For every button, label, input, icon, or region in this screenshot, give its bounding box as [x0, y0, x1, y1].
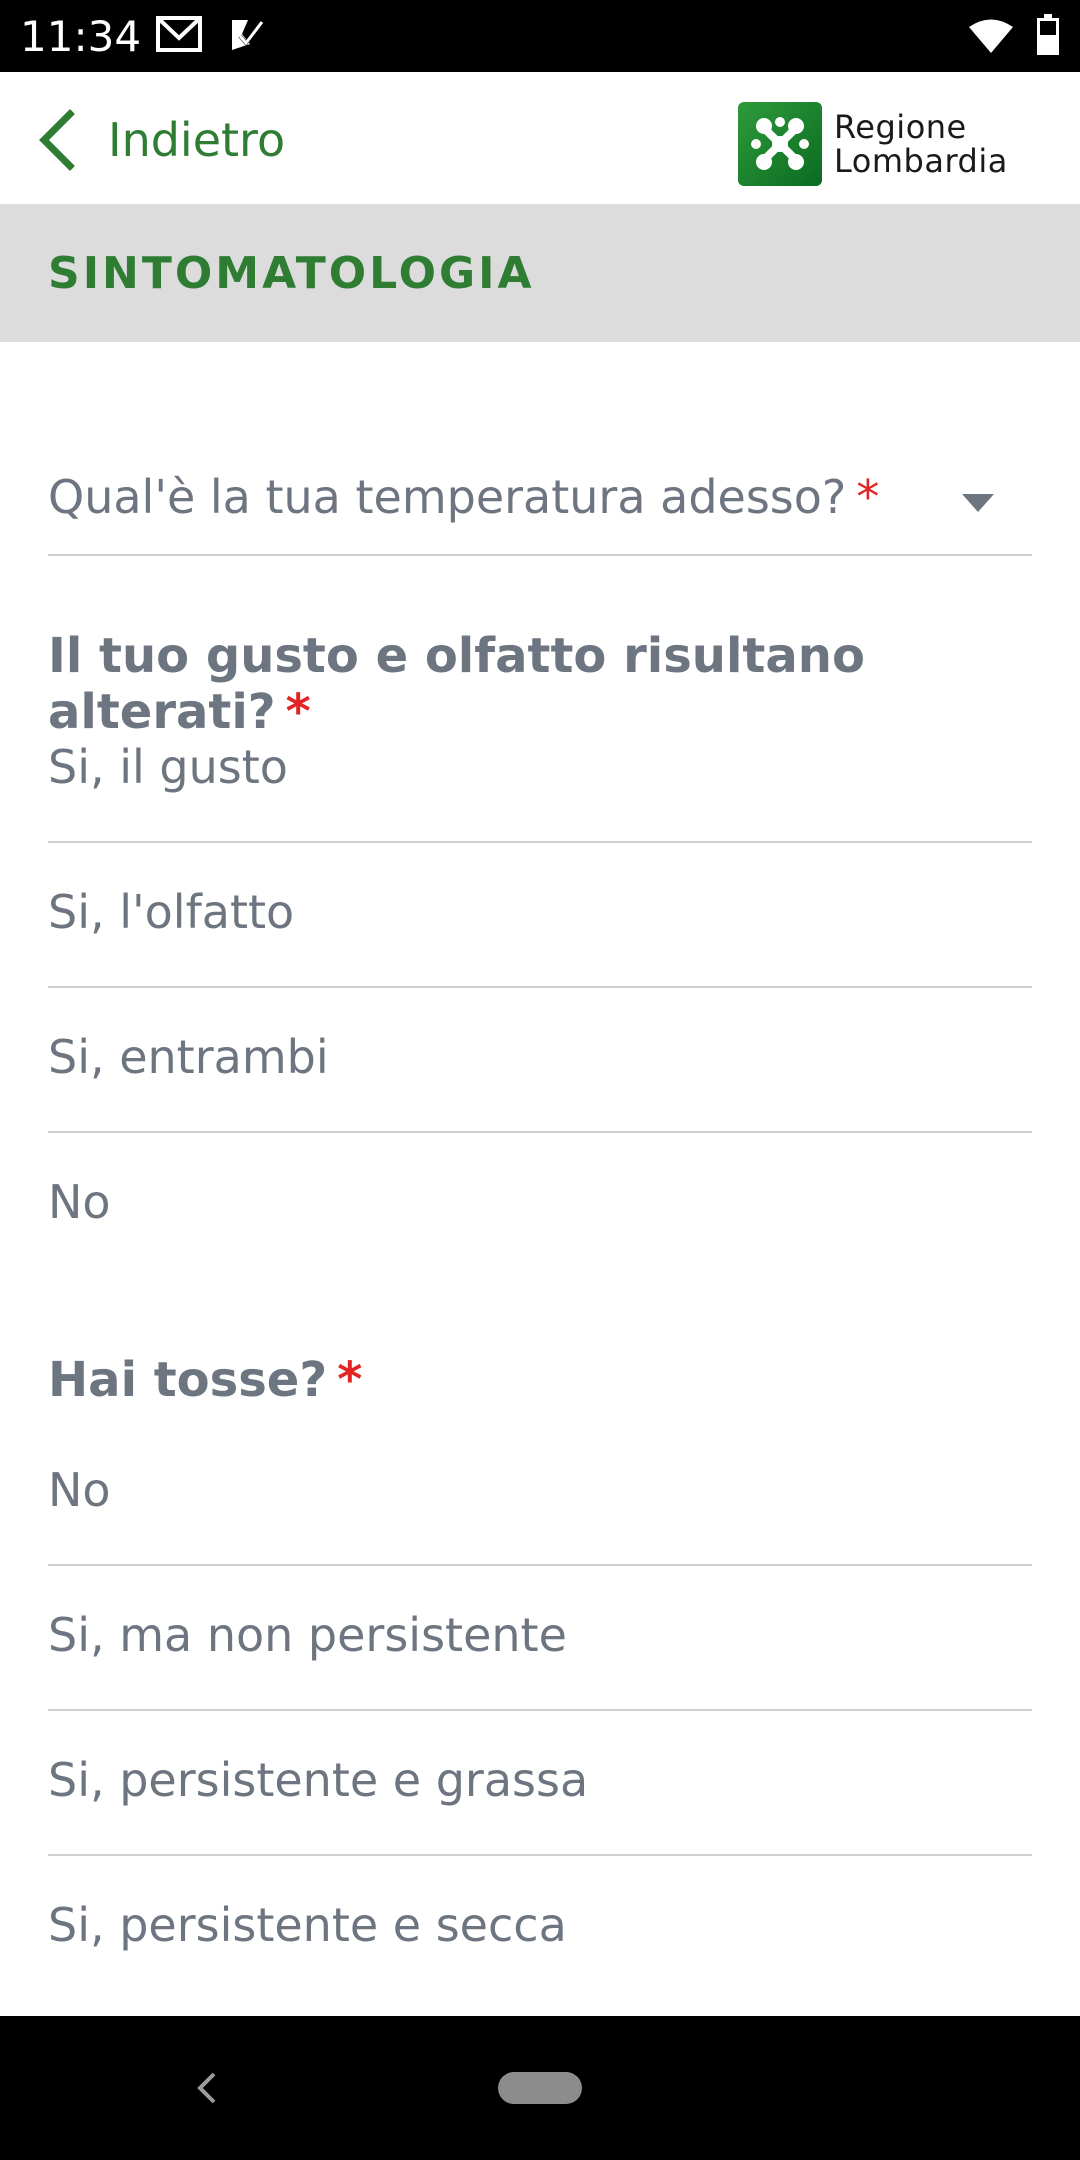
task-check-icon: [232, 20, 264, 50]
app-header: Indietro Regione Lombardia: [0, 72, 1080, 204]
option-label: Si, l'olfatto: [48, 885, 295, 939]
temperature-select[interactable]: Qual'è la tua temperatura adesso? *: [48, 456, 1032, 556]
navigation-bar: [0, 2016, 1080, 2160]
rosa-camuna-icon: [738, 102, 822, 186]
logo-text-line2: Lombardia: [834, 142, 1008, 180]
section-header: SINTOMATOLOGIA: [0, 204, 1080, 342]
battery-icon: [1037, 14, 1059, 55]
option-label: Si, persistente e grassa: [48, 1753, 589, 1807]
status-bar: 11:34: [0, 0, 1080, 72]
option-cough-persistent-wet[interactable]: Si, persistente e grassa: [48, 1711, 1032, 1856]
nav-home-pill[interactable]: [498, 2072, 582, 2104]
option-taste[interactable]: Si, il gusto: [48, 698, 1032, 843]
option-label: Si, entrambi: [48, 1030, 329, 1084]
back-label: Indietro: [108, 113, 286, 167]
nav-back-icon[interactable]: [192, 2066, 222, 2110]
logo-text-line1: Regione: [834, 108, 967, 146]
temperature-label-text: Qual'è la tua temperatura adesso?: [48, 470, 847, 524]
option-smell[interactable]: Si, l'olfatto: [48, 843, 1032, 988]
status-time: 11:34: [20, 12, 142, 61]
logo-text: Regione Lombardia: [834, 110, 1008, 178]
option-cough-persistent-dry[interactable]: Si, persistente e secca: [48, 1856, 1032, 2006]
gmail-icon: [156, 16, 202, 52]
dropdown-arrow-icon: [962, 494, 994, 512]
chevron-left-icon: [39, 109, 75, 171]
option-cough-not-persistent[interactable]: Si, ma non persistente: [48, 1566, 1032, 1711]
option-label: No: [48, 1463, 111, 1517]
option-label: No: [48, 1175, 111, 1229]
section-title: SINTOMATOLOGIA: [48, 248, 535, 299]
question-cough-label: Hai tosse?: [48, 1352, 328, 1408]
temperature-label: Qual'è la tua temperatura adesso? *: [48, 470, 879, 524]
option-both[interactable]: Si, entrambi: [48, 988, 1032, 1133]
option-label: Si, ma non persistente: [48, 1608, 567, 1662]
question-cough: Hai tosse? *: [48, 1352, 362, 1408]
option-label: Si, il gusto: [48, 740, 288, 794]
required-mark: *: [856, 470, 880, 524]
option-label: Si, persistente e secca: [48, 1898, 567, 1952]
regione-lombardia-logo: Regione Lombardia: [738, 102, 1008, 186]
required-mark: *: [337, 1352, 363, 1408]
wifi-icon: [969, 19, 1013, 53]
option-cough-no[interactable]: No: [48, 1421, 1032, 1566]
option-taste-no[interactable]: No: [48, 1133, 1032, 1278]
back-button[interactable]: Indietro: [34, 108, 285, 172]
